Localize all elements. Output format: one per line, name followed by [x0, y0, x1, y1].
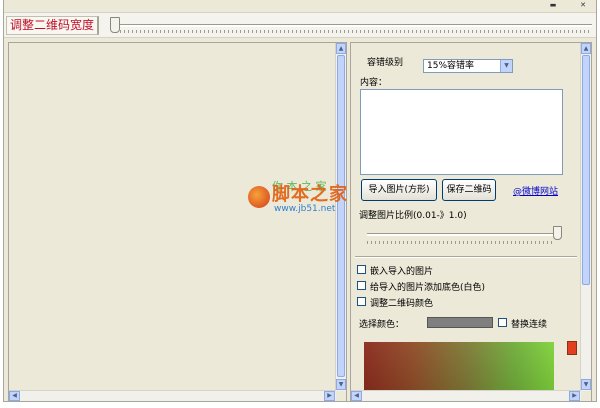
settings-panel: 容错级别 15%容错率 ▼ 内容： 导入图片(方形) 保存二维码 @微博网站 调… — [350, 42, 592, 402]
width-adjust-label: 调整二维码宽度 — [6, 16, 100, 35]
embed-image-checkbox[interactable] — [357, 265, 366, 274]
scroll-up-button[interactable]: ▲ — [336, 43, 346, 54]
minimize-button[interactable]: ▬ — [546, 1, 560, 9]
settings-scroll-down-button[interactable]: ▼ — [581, 379, 591, 390]
settings-vscroll-thumb[interactable] — [582, 55, 590, 285]
content-label: 内容： — [360, 78, 388, 88]
selected-color-swatch[interactable] — [427, 317, 493, 328]
settings-scroll-up-button[interactable]: ▲ — [581, 43, 591, 54]
width-slider-thumb[interactable] — [110, 17, 120, 33]
divider — [355, 256, 577, 258]
settings-scroll-left-button[interactable]: ◀ — [351, 391, 362, 401]
watermark-main-text: 脚本之家 — [272, 184, 348, 205]
add-bg-checkbox[interactable] — [357, 281, 366, 290]
width-slider-ticks — [116, 30, 592, 33]
ratio-label: 调整图片比例(0.01-》1.0) — [359, 211, 467, 221]
adjust-color-checkbox[interactable] — [357, 297, 366, 306]
select-color-label: 选择颜色： — [359, 320, 405, 330]
import-image-button[interactable]: 导入图片(方形) — [361, 179, 437, 201]
settings-scroll-right-button[interactable]: ▶ — [569, 391, 580, 401]
replace-continuous-label: 替换连续 — [511, 320, 548, 330]
weibo-link[interactable]: @微博网站 — [513, 184, 558, 197]
app-window: ▬ ✕ 调整二维码宽度 ▲ ▼ ◀ ▶ 容错级别 15%容错率 ▼ 内容： 导入… — [0, 0, 600, 408]
ratio-slider-thumb[interactable] — [553, 226, 562, 240]
scroll-right-button[interactable]: ▶ — [324, 391, 335, 401]
adjust-color-label: 调整二维码颜色 — [370, 299, 434, 309]
ratio-slider-track[interactable] — [367, 233, 555, 236]
scroll-down-button[interactable]: ▼ — [336, 379, 346, 390]
scroll-left-button[interactable]: ◀ — [9, 391, 20, 401]
error-level-select[interactable]: 15%容错率 ▼ — [423, 59, 513, 73]
save-qr-button[interactable]: 保存二维码 — [442, 179, 496, 201]
preview-horizontal-scrollbar[interactable]: ◀ ▶ — [9, 390, 336, 401]
error-level-label: 容错级别 — [367, 58, 404, 68]
add-bg-label: 给导入的图片添加底色(白色) — [370, 283, 486, 293]
watermark-url-text: www.jb51.net — [274, 204, 336, 214]
hue-marker[interactable] — [567, 341, 577, 355]
embed-image-label: 嵌入导入的图片 — [370, 267, 434, 277]
width-toolbar: 调整二维码宽度 — [4, 12, 596, 38]
watermark-logo-icon — [248, 186, 270, 208]
width-slider-track[interactable] — [110, 24, 592, 27]
settings-horizontal-scrollbar[interactable]: ◀ ▶ — [351, 390, 581, 401]
content-textarea[interactable] — [360, 89, 563, 175]
chevron-down-icon[interactable]: ▼ — [500, 60, 512, 72]
site-watermark: 你 本 之 家 脚本之家 www.jb51.net — [248, 178, 358, 224]
close-button[interactable]: ✕ — [576, 1, 590, 9]
ratio-slider-ticks — [367, 241, 553, 244]
error-level-value: 15%容错率 — [427, 61, 475, 71]
settings-vertical-scrollbar[interactable]: ▲ ▼ — [580, 43, 591, 391]
replace-continuous-checkbox[interactable] — [498, 318, 507, 327]
